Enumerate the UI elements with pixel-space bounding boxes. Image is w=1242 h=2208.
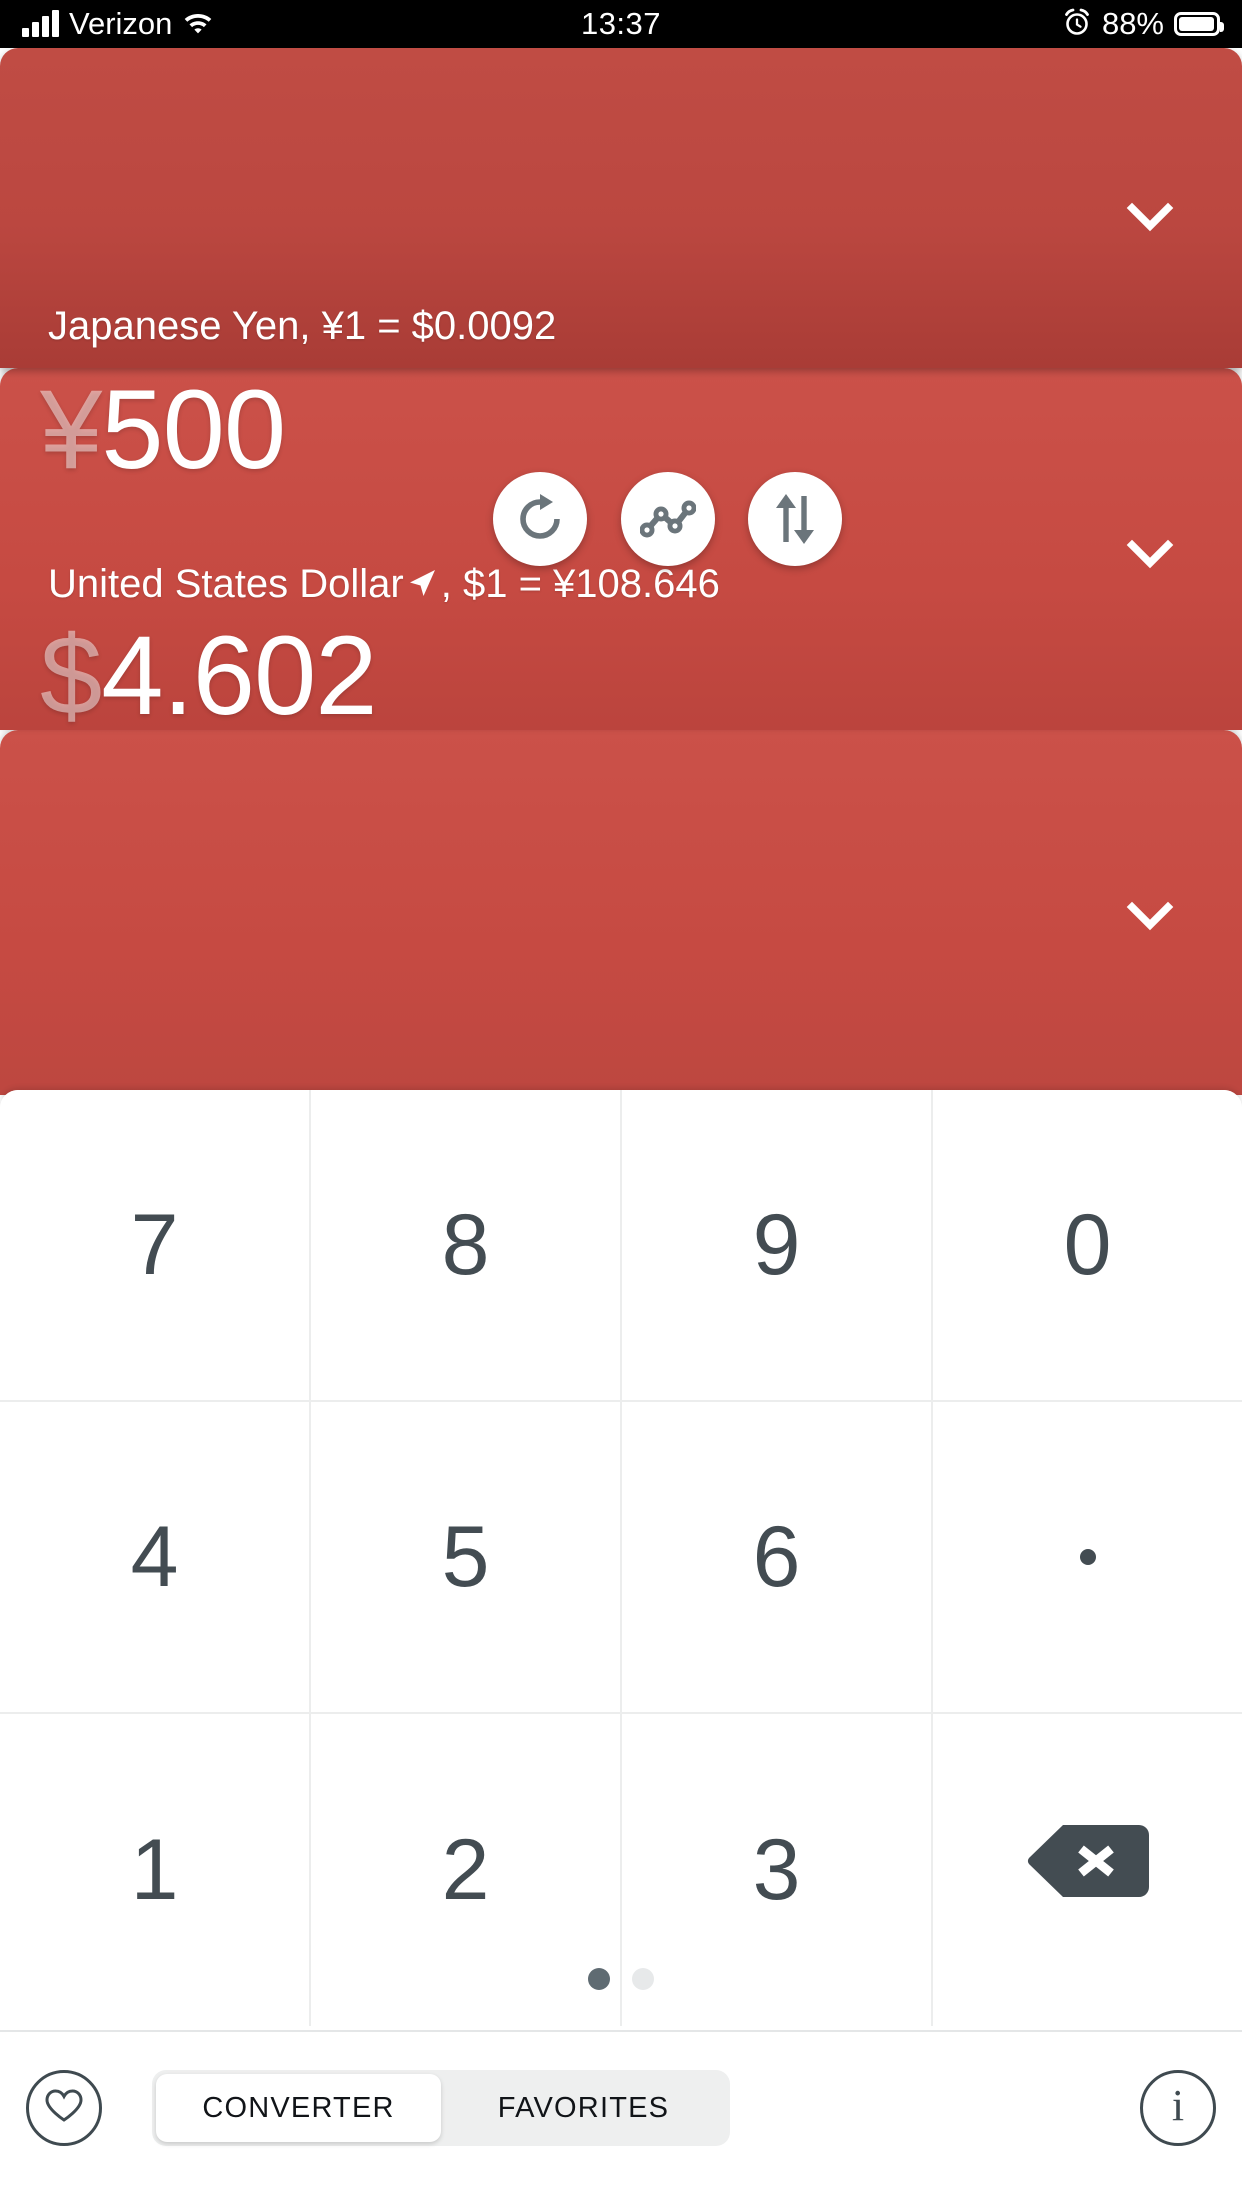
tab-favorites[interactable]: FAVORITES	[441, 2074, 726, 2142]
battery-icon	[1174, 12, 1220, 36]
key-decimal-point[interactable]	[933, 1402, 1242, 1712]
chevron-down-icon-from[interactable]	[1119, 523, 1181, 585]
swap-vertical-icon	[771, 492, 819, 546]
key-5[interactable]: 5	[311, 1402, 622, 1712]
keypad: 7 8 9 0 4 5 6 1 2 3	[0, 1090, 1242, 2030]
key-7[interactable]: 7	[0, 1090, 311, 1400]
chart-line-icon	[640, 496, 696, 542]
location-arrow-icon	[405, 567, 439, 601]
swap-button[interactable]	[748, 472, 842, 566]
info-button[interactable]: i	[1140, 2070, 1216, 2146]
chevron-down-icon-header[interactable]	[1119, 186, 1181, 248]
to-currency-value: 4.602	[101, 613, 376, 738]
app-root: Verizon 13:37 88%	[0, 0, 1242, 2208]
keypad-row: 7 8 9 0	[0, 1090, 1242, 1402]
to-currency-card[interactable]	[0, 730, 1242, 1095]
keypad-row: 4 5 6	[0, 1402, 1242, 1714]
key-0[interactable]: 0	[933, 1090, 1242, 1400]
decimal-point-mark	[1080, 1549, 1096, 1565]
from-currency-amount[interactable]: ¥500	[40, 374, 285, 486]
from-currency-symbol: ¥	[40, 367, 101, 492]
refresh-button[interactable]	[493, 472, 587, 566]
to-currency-label: United States Dollar , $1 = ¥108.646	[48, 562, 720, 607]
favorites-heart-button[interactable]	[26, 2070, 102, 2146]
page-indicator	[0, 1968, 1242, 1990]
backspace-icon	[1027, 1821, 1149, 1920]
chevron-down-icon-to[interactable]	[1119, 885, 1181, 947]
key-4[interactable]: 4	[0, 1402, 311, 1712]
tab-converter[interactable]: CONVERTER	[156, 2074, 441, 2142]
key-9[interactable]: 9	[622, 1090, 933, 1400]
page-dot-2[interactable]	[632, 1968, 654, 1990]
battery-percent-label: 88%	[1102, 6, 1164, 42]
info-icon: i	[1172, 2084, 1184, 2128]
to-currency-symbol: $	[40, 613, 101, 738]
from-currency-value: 500	[101, 367, 285, 492]
to-currency-name: United States Dollar	[48, 562, 404, 607]
page-dot-1[interactable]	[588, 1968, 610, 1990]
mode-segmented-control: CONVERTER FAVORITES	[152, 2070, 730, 2146]
heart-icon	[44, 2088, 84, 2129]
bottom-bar: CONVERTER FAVORITES i	[0, 2030, 1242, 2208]
refresh-icon	[513, 492, 567, 546]
to-currency-amount[interactable]: $4.602	[40, 620, 377, 732]
status-bar-right: 88%	[1062, 0, 1220, 48]
key-8[interactable]: 8	[311, 1090, 622, 1400]
alarm-clock-icon	[1062, 7, 1092, 42]
chart-button[interactable]	[621, 472, 715, 566]
key-6[interactable]: 6	[622, 1402, 933, 1712]
from-currency-label: Japanese Yen, ¥1 = $0.0092	[48, 304, 556, 349]
status-bar-clock: 13:37	[0, 0, 1242, 48]
to-currency-rate: , $1 = ¥108.646	[441, 562, 720, 607]
status-bar: Verizon 13:37 88%	[0, 0, 1242, 48]
